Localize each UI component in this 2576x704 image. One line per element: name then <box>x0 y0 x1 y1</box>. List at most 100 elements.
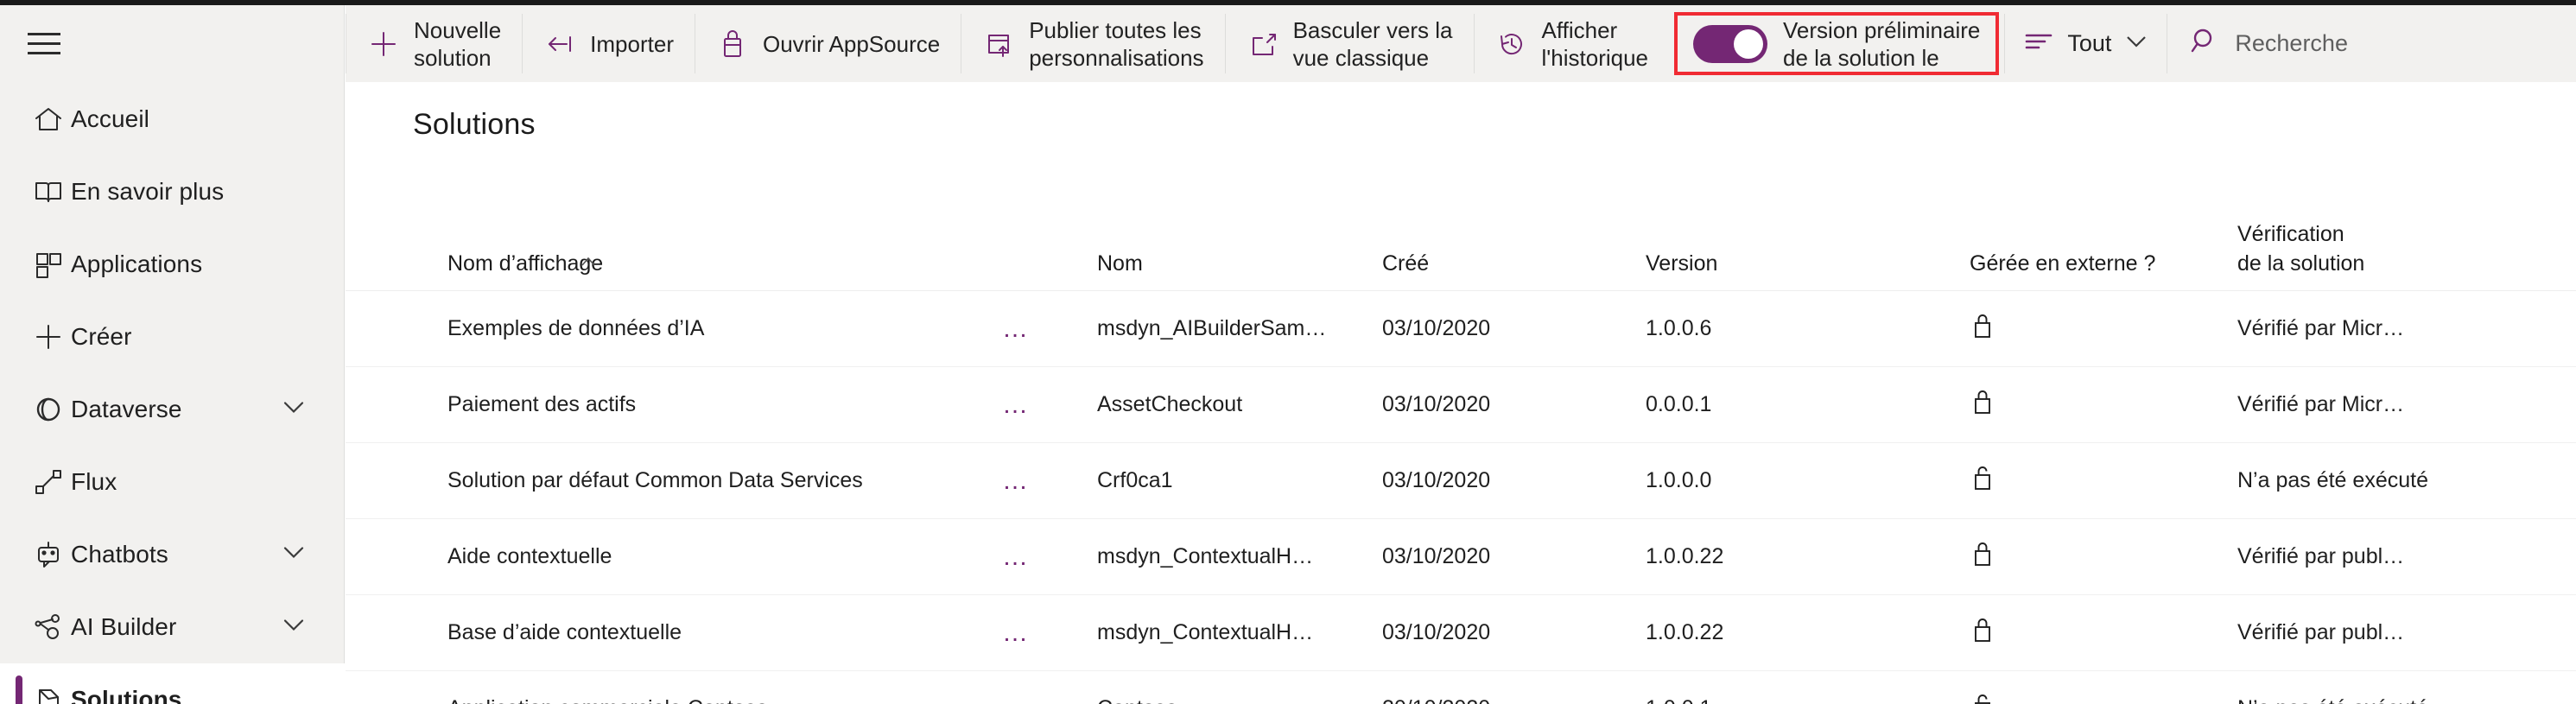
column-header-g-r-e-en-externe[interactable]: Gérée en externe ? <box>1970 249 2237 278</box>
sidebar-item-label: Solutions <box>71 686 182 704</box>
column-header-version[interactable]: Version <box>1646 249 1970 278</box>
table-row[interactable]: Base d’aide contextuelle… msdyn_Contextua… <box>346 595 2576 671</box>
table-row[interactable]: Application commerciale Contoso…Contoso2… <box>346 671 2576 704</box>
flow-icon <box>26 466 71 498</box>
sidebar-item-applications[interactable]: Applications <box>0 228 345 301</box>
power-apps-solutions-page: Accueil En savoir plus Applications Créer Da… <box>0 0 2576 704</box>
cell-display-name[interactable]: Exemples de données d’IA <box>346 316 1002 341</box>
chevron-down-icon[interactable] <box>281 544 307 566</box>
apps-grid-icon <box>26 248 71 281</box>
sidebar-item-list: Accueil En savoir plus Applications Créer Da… <box>0 83 345 704</box>
table-row[interactable]: Paiement des actifs… AssetCheckout 03/10/2… <box>346 367 2576 443</box>
row-overflow-menu-icon[interactable]: … <box>1002 619 1031 645</box>
command-publier-toutes-les-personnalisations-button[interactable]: Publier toutes les personnalisations <box>961 5 1224 82</box>
cell-display-name[interactable]: Base d’aide contextuelle <box>346 620 1002 645</box>
command-nouvelle-solution-button[interactable]: Nouvelle solution <box>346 5 522 82</box>
hamburger-menu-icon[interactable] <box>28 26 67 60</box>
book-icon <box>26 175 71 208</box>
cell-solution-verification: Vérifié par Micr… <box>2237 392 2405 416</box>
plus-icon <box>367 28 400 60</box>
cell-display-name[interactable]: Aide contextuelle <box>346 544 1002 569</box>
row-overflow-menu-icon[interactable]: … <box>1002 315 1031 341</box>
table-row[interactable]: Aide contextuelle… msdyn_ContextualH… 03/1… <box>346 519 2576 595</box>
command-basculer-vers-la-vue-classique-button[interactable]: Basculer vers la vue classique <box>1226 5 1474 82</box>
command-ouvrir-appsource-button[interactable]: Ouvrir AppSource <box>695 5 961 82</box>
history-clock-icon <box>1495 28 1528 60</box>
solution-preview-toggle-button[interactable]: Version préliminaire de la solution le <box>1674 12 2000 75</box>
cell-version: 1.0.0.0 <box>1646 468 1712 492</box>
ai-builder-icon <box>26 611 71 644</box>
column-header-nom-d-affichage[interactable]: Nom d’affichage <box>346 249 1002 278</box>
cell-version: 1.0.0.22 <box>1646 620 1724 644</box>
cell-created: 20/10/2020 <box>1382 696 1646 704</box>
cell-created: 03/10/2020 <box>1382 468 1491 492</box>
search-box[interactable]: Recherche <box>2167 5 2370 82</box>
row-overflow-menu-icon[interactable]: … <box>1002 543 1031 569</box>
lock-closed-icon <box>1970 539 1995 574</box>
chevron-down-icon[interactable] <box>281 617 307 638</box>
cell-managed-externally <box>1970 615 2237 650</box>
table-row[interactable]: Exemples de données d’IA… msdyn_AIBuilder… <box>346 291 2576 367</box>
sidebar-item-label: Créer <box>71 323 132 350</box>
chevron-down-icon[interactable] <box>281 399 307 421</box>
cell-solution-verification: N’a pas été exécuté <box>2237 696 2566 704</box>
cell-created: 03/10/2020 <box>1382 544 1491 568</box>
cell-display-name[interactable]: Paiement des actifs <box>346 392 1002 417</box>
table-row[interactable]: Solution par défaut Common Data Services… <box>346 443 2576 519</box>
cell-solution-verification: N’a pas été exécuté <box>2237 468 2428 492</box>
command-label: Publier toutes les personnalisations <box>1029 16 1204 71</box>
chatbot-icon <box>26 538 71 571</box>
row-overflow-menu-icon[interactable]: … <box>1002 467 1031 493</box>
dataverse-icon <box>26 393 71 426</box>
toggle-switch-icon[interactable] <box>1693 24 1768 63</box>
command-afficher-l-historique-button[interactable]: Afficher l'historique <box>1475 5 1669 82</box>
column-header-cr[interactable]: Créé <box>1382 249 1646 278</box>
column-header-label: Version <box>1646 251 1718 276</box>
import-arrow-icon <box>543 28 576 60</box>
cell-created: 03/10/2020 <box>1382 316 1491 340</box>
sidebar-item-label: Flux <box>71 468 117 495</box>
filter-lines-icon <box>2024 29 2053 58</box>
sidebar-item-cr-er[interactable]: Créer <box>0 301 345 373</box>
sidebar-item-accueil[interactable]: Accueil <box>0 83 345 155</box>
sidebar-item-ai-builder[interactable]: AI Builder <box>0 591 345 663</box>
column-header-v-rification-de-la-solution[interactable]: Vérification de la solution <box>2237 219 2566 278</box>
cell-managed-externally <box>1970 539 2237 574</box>
cell-managed-externally <box>1970 463 2237 498</box>
command-label: Importer <box>590 30 674 57</box>
plus-icon <box>26 320 71 353</box>
row-overflow-menu-icon[interactable]: … <box>1002 391 1031 417</box>
search-input[interactable]: Recherche <box>2235 30 2348 57</box>
sidebar-item-label: Applications <box>71 251 203 277</box>
cell-name: msdyn_ContextualH… <box>1097 544 1314 568</box>
sidebar-item-label: Chatbots <box>71 541 168 568</box>
cell-name: Crf0ca1 <box>1097 468 1173 492</box>
sidebar-item-flux[interactable]: Flux <box>0 446 345 518</box>
command-label: Afficher l'historique <box>1541 16 1649 71</box>
sidebar-item-chatbots[interactable]: Chatbots <box>0 518 345 591</box>
lock-open-icon <box>1970 691 1995 704</box>
command-label: Nouvelle solution <box>414 16 502 71</box>
cell-display-name[interactable]: Solution par défaut Common Data Services <box>346 468 1002 493</box>
cell-created: 03/10/2020 <box>1382 620 1491 644</box>
lock-closed-icon <box>1970 615 1995 650</box>
sidebar-item-label: En savoir plus <box>71 178 225 205</box>
sidebar-item-en-savoir-plus[interactable]: En savoir plus <box>0 155 345 228</box>
chevron-down-icon <box>2125 34 2148 54</box>
lock-open-icon <box>1970 463 1995 498</box>
command-importer-button[interactable]: Importer <box>523 5 695 82</box>
solutions-icon <box>26 683 71 704</box>
column-header-nom[interactable]: Nom <box>1097 249 1382 278</box>
cell-version: 1.0.0.6 <box>1646 316 1712 340</box>
filter-all-dropdown[interactable]: Tout <box>2005 5 2167 82</box>
sidebar-item-label: AI Builder <box>71 613 177 640</box>
cell-name: msdyn_AIBuilderSam… <box>1097 316 1327 340</box>
appsource-bag-icon <box>716 28 749 60</box>
sidebar-item-dataverse[interactable]: Dataverse <box>0 373 345 446</box>
cell-display-name[interactable]: Application commerciale Contoso <box>346 696 1002 704</box>
column-header-label: Nom <box>1097 251 1143 276</box>
column-header-label: Vérification de la solution <box>2237 222 2365 276</box>
sidebar-item-label: Accueil <box>71 105 149 132</box>
command-bar: Nouvelle solution Importer Ouvrir AppSourc… <box>346 5 2576 82</box>
sidebar-item-solutions[interactable]: Solutions <box>0 663 345 704</box>
